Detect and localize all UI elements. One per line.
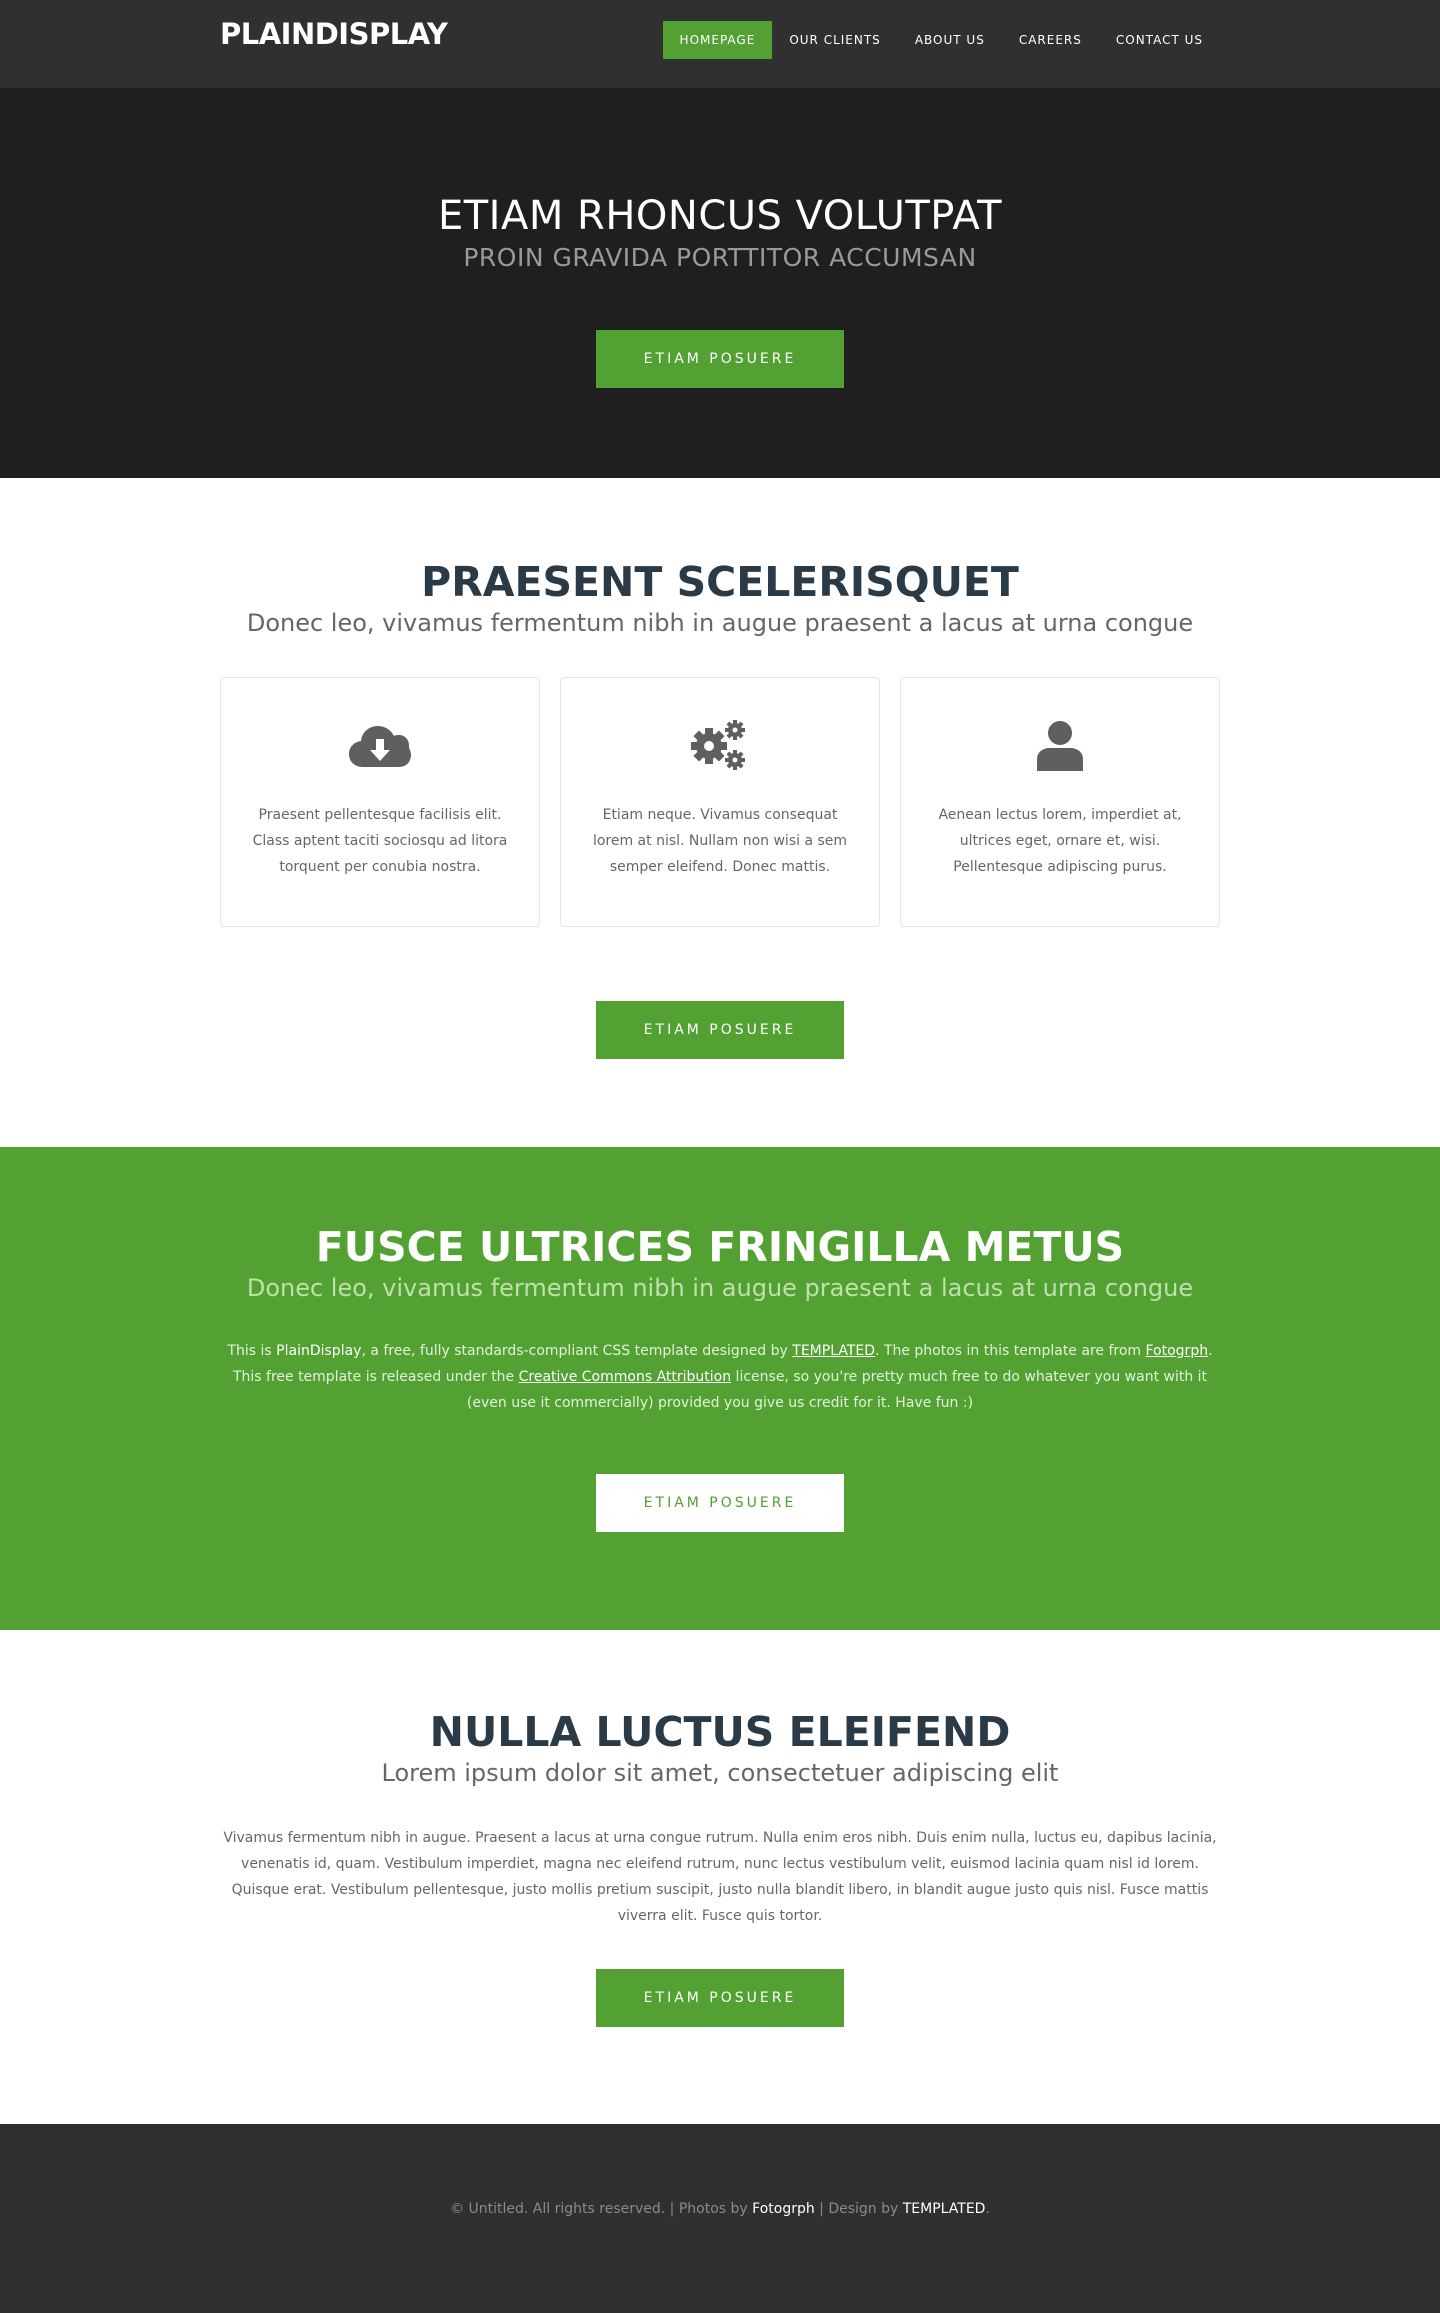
feature-card: Praesent pellentesque facilisis elit. Cl… <box>220 677 540 927</box>
templated-link[interactable]: TEMPLATED <box>792 1343 875 1359</box>
info-section: NULLA LUCTUS ELEIFEND Lorem ipsum dolor … <box>0 1630 1440 2124</box>
banner-title: ETIAM RHONCUS VOLUTPAT <box>437 193 1003 239</box>
section-two-button[interactable]: ETIAM POSUERE <box>596 1474 844 1532</box>
nav-homepage[interactable]: HOMEPAGE <box>662 21 773 59</box>
feature-text: Praesent pellentesque facilisis elit. Cl… <box>252 807 508 875</box>
body-text: , a free, fully standards-compliant CSS … <box>361 1343 793 1359</box>
section-three-button[interactable]: ETIAM POSUERE <box>596 1969 844 2027</box>
footer-fotogrph-link[interactable]: Fotogrph <box>752 2201 815 2217</box>
site-header: PLAINDISPLAY HOMEPAGE OUR CLIENTS ABOUT … <box>0 0 1440 88</box>
banner-button[interactable]: ETIAM POSUERE <box>596 330 844 388</box>
brand-name: PlainDisplay <box>276 1343 362 1359</box>
copyright: © Untitled. All rights reserved. | Photo… <box>0 2201 1440 2217</box>
section-one-subtitle: Donec leo, vivamus fermentum nibh in aug… <box>246 609 1194 637</box>
section-two-title: FUSCE ULTRICES FRINGILLA METUS <box>315 1223 1125 1271</box>
body-text: This is <box>227 1343 277 1359</box>
section-one-button[interactable]: ETIAM POSUERE <box>596 1001 844 1059</box>
section-two-subtitle: Donec leo, vivamus fermentum nibh in aug… <box>246 1274 1194 1302</box>
feature-text: Etiam neque. Vivamus consequat lorem at … <box>592 807 848 875</box>
nav-our-clients[interactable]: OUR CLIENTS <box>772 21 898 59</box>
fotogrph-link[interactable]: Fotogrph <box>1146 1343 1209 1359</box>
site-logo[interactable]: PLAINDISPLAY <box>220 17 448 51</box>
site-footer: © Untitled. All rights reserved. | Photo… <box>0 2124 1440 2313</box>
footer-text: | Design by <box>814 2201 903 2217</box>
section-three-subtitle: Lorem ipsum dolor sit amet, consectetuer… <box>381 1759 1059 1787</box>
banner-subtitle: PROIN GRAVIDA PORTTITOR ACCUMSAN <box>463 243 977 272</box>
license-link[interactable]: Creative Commons Attribution <box>519 1369 731 1385</box>
body-text: . The photos in this template are from <box>875 1343 1146 1359</box>
nav-about-us[interactable]: ABOUT US <box>898 21 1002 59</box>
section-three-title: NULLA LUCTUS ELEIFEND <box>429 1708 1011 1756</box>
footer-templated-link[interactable]: TEMPLATED <box>903 2201 986 2217</box>
feature-text: Aenean lectus lorem, imperdiet at, ultri… <box>938 807 1182 875</box>
footer-text: © Untitled. All rights reserved. | Photo… <box>450 2201 753 2217</box>
nav-careers[interactable]: CAREERS <box>1002 21 1099 59</box>
feature-list: Praesent pellentesque facilisis elit. Cl… <box>220 677 1220 927</box>
cloud-download-icon <box>221 720 539 772</box>
feature-card: Etiam neque. Vivamus consequat lorem at … <box>560 677 880 927</box>
hero-banner: ETIAM RHONCUS VOLUTPAT PROIN GRAVIDA POR… <box>0 88 1440 478</box>
section-two-body: This is PlainDisplay, a free, fully stan… <box>220 1338 1220 1416</box>
user-icon <box>901 720 1219 772</box>
gears-icon <box>561 720 879 772</box>
feature-card: Aenean lectus lorem, imperdiet at, ultri… <box>900 677 1220 927</box>
features-section: PRAESENT SCELERISQUET Donec leo, vivamus… <box>0 478 1440 1147</box>
main-nav: HOMEPAGE OUR CLIENTS ABOUT US CAREERS CO… <box>662 21 1220 59</box>
footer-text: . <box>985 2201 990 2217</box>
section-one-title: PRAESENT SCELERISQUET <box>421 558 1019 606</box>
nav-contact-us[interactable]: CONTACT US <box>1099 21 1220 59</box>
about-section: FUSCE ULTRICES FRINGILLA METUS Donec leo… <box>0 1147 1440 1630</box>
section-three-body: Vivamus fermentum nibh in augue. Praesen… <box>223 1830 1217 1924</box>
